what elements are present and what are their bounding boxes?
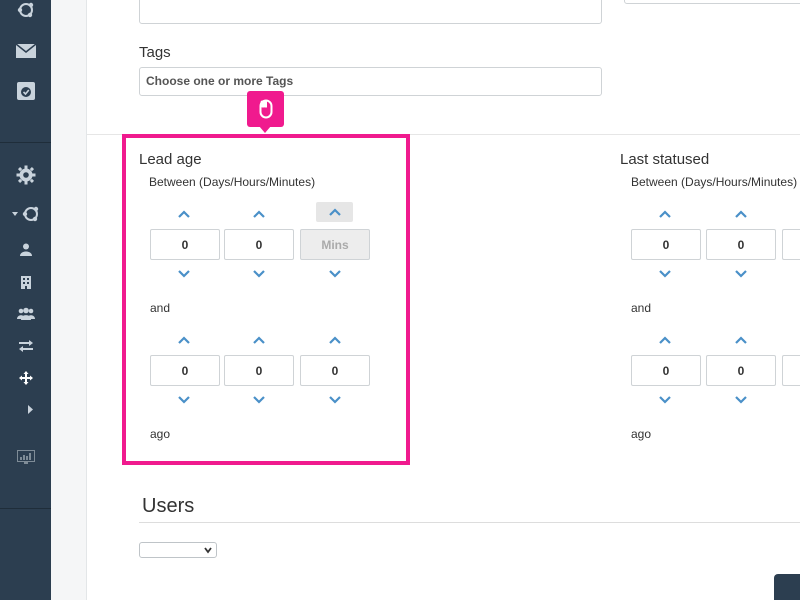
sidebar xyxy=(0,0,51,600)
gear-icon[interactable] xyxy=(0,163,51,187)
task-icon[interactable] xyxy=(0,79,51,103)
last-statused-from-days-down-icon[interactable] xyxy=(653,265,677,283)
users-select[interactable] xyxy=(139,542,217,558)
text-area-field[interactable] xyxy=(139,0,602,24)
last-statused-from-days-up-icon[interactable] xyxy=(653,205,677,223)
last-statused-and-label: and xyxy=(631,301,652,315)
lead-age-highlight-box xyxy=(122,134,410,465)
last-statused-from-hours-input[interactable]: 0 xyxy=(706,229,776,260)
share-icon[interactable] xyxy=(0,403,51,419)
last-statused-to-days-down-icon[interactable] xyxy=(653,391,677,409)
users-divider xyxy=(139,522,800,523)
last-statused-from-hours-up-icon[interactable] xyxy=(729,205,753,223)
move-icon[interactable] xyxy=(0,370,51,386)
last-statused-ago-label: ago xyxy=(631,427,652,441)
last-statused-to-days-input[interactable]: 0 xyxy=(631,355,701,386)
mouse-icon xyxy=(259,99,272,119)
hub-dropdown-icon[interactable] xyxy=(0,204,51,226)
click-badge xyxy=(247,91,284,127)
tags-label: Tags xyxy=(139,44,171,61)
corner-button[interactable] xyxy=(774,574,800,600)
hub-icon[interactable] xyxy=(0,0,51,24)
last-statused-to-hours-down-icon[interactable] xyxy=(729,391,753,409)
chevron-down-icon xyxy=(204,547,212,554)
last-statused-title: Last statused xyxy=(620,151,710,168)
transfer-icon[interactable] xyxy=(0,338,51,354)
last-statused-to-minutes-input[interactable] xyxy=(782,355,800,386)
user-icon[interactable] xyxy=(0,241,51,257)
tags-input[interactable]: Choose one or more Tags xyxy=(139,67,602,96)
last-statused-from-hours-down-icon[interactable] xyxy=(729,265,753,283)
group-icon[interactable] xyxy=(0,305,51,321)
last-statused-between-label: Between (Days/Hours/Minutes) xyxy=(631,175,798,189)
monitor-chart-icon[interactable] xyxy=(0,448,51,466)
click-badge-pointer xyxy=(259,126,271,133)
last-statused-from-days-input[interactable]: 0 xyxy=(631,229,701,260)
last-statused-to-hours-input[interactable]: 0 xyxy=(706,355,776,386)
content-gutter xyxy=(51,0,87,600)
last-statused-from-minutes-input[interactable] xyxy=(782,229,800,260)
right-field[interactable] xyxy=(624,0,800,4)
last-statused-to-hours-up-icon[interactable] xyxy=(729,331,753,349)
last-statused-to-days-up-icon[interactable] xyxy=(653,331,677,349)
mail-icon[interactable] xyxy=(0,40,51,62)
users-title: Users xyxy=(142,495,195,517)
building-icon[interactable] xyxy=(0,274,51,290)
